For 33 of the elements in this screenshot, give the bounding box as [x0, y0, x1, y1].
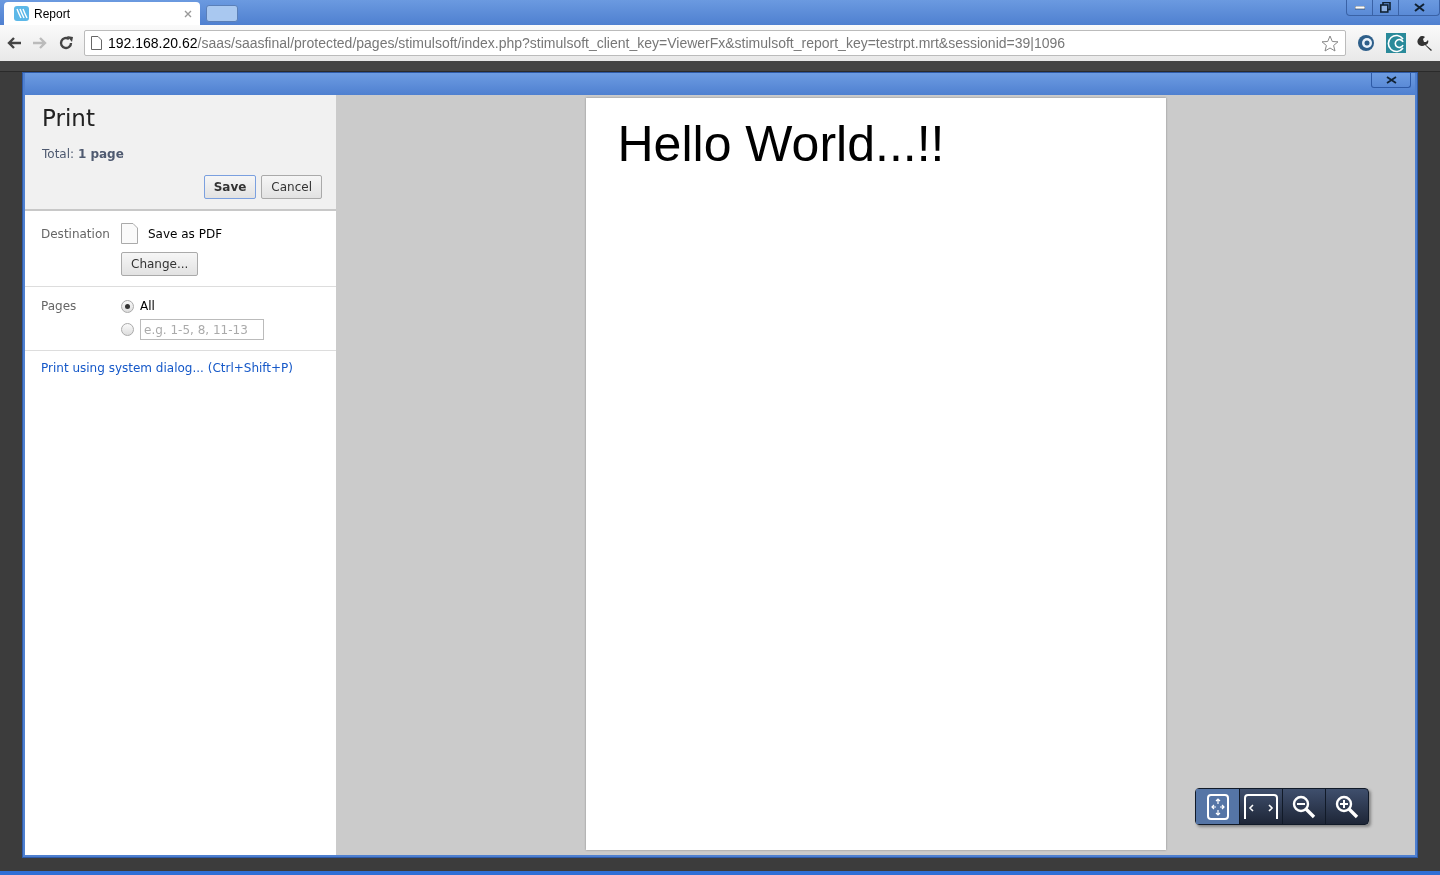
- extension-icon[interactable]: [1386, 33, 1406, 53]
- change-button[interactable]: Change...: [121, 252, 199, 276]
- system-dialog-link[interactable]: Print using system dialog... (Ctrl+Shift+P): [25, 351, 336, 385]
- page-range-field[interactable]: e.g. 1-5, 8, 11-13: [140, 319, 264, 340]
- zoom-in-icon: [1335, 794, 1359, 819]
- destination-label: Destination: [41, 226, 111, 241]
- radio-button[interactable]: [121, 299, 134, 313]
- print-title: Print: [42, 105, 96, 131]
- fit-width-icon: [1244, 793, 1278, 820]
- close-button[interactable]: [1371, 73, 1411, 88]
- radio-button[interactable]: [121, 323, 134, 336]
- page-icon: [91, 36, 102, 50]
- option-label: All: [140, 299, 155, 313]
- cancel-button[interactable]: Cancel: [261, 175, 322, 199]
- document-icon: [121, 223, 138, 244]
- reload-icon[interactable]: [58, 35, 74, 51]
- pages-label: Pages: [41, 299, 78, 313]
- address-bar[interactable]: 192.168.20.62/saas/saasfinal/protected/pages/stimulsoft/index.php?stimulsoft_client_key=ViewerFx&stimulsoft_report_key=testrpt.mrt&sessionid=39|1096: [84, 30, 1346, 56]
- extension-icon[interactable]: [1356, 33, 1376, 53]
- destination-value: Save as PDF: [148, 226, 223, 241]
- star-icon[interactable]: [1321, 34, 1339, 52]
- back-icon[interactable]: [6, 36, 22, 50]
- wrench-icon[interactable]: [1416, 34, 1434, 52]
- close-icon[interactable]: [184, 9, 192, 18]
- zoom-out-icon: [1292, 794, 1316, 819]
- save-button[interactable]: Save: [203, 175, 257, 199]
- app-logo-icon: [14, 6, 29, 21]
- browser-tab[interactable]: Report: [4, 2, 200, 25]
- page-text: Hello World...!!: [617, 116, 946, 172]
- close-icon: [1385, 76, 1397, 84]
- fit-page-button[interactable]: [1196, 789, 1239, 824]
- page-total: Total: 1 page: [42, 147, 125, 161]
- fit-page-icon: [1206, 793, 1229, 820]
